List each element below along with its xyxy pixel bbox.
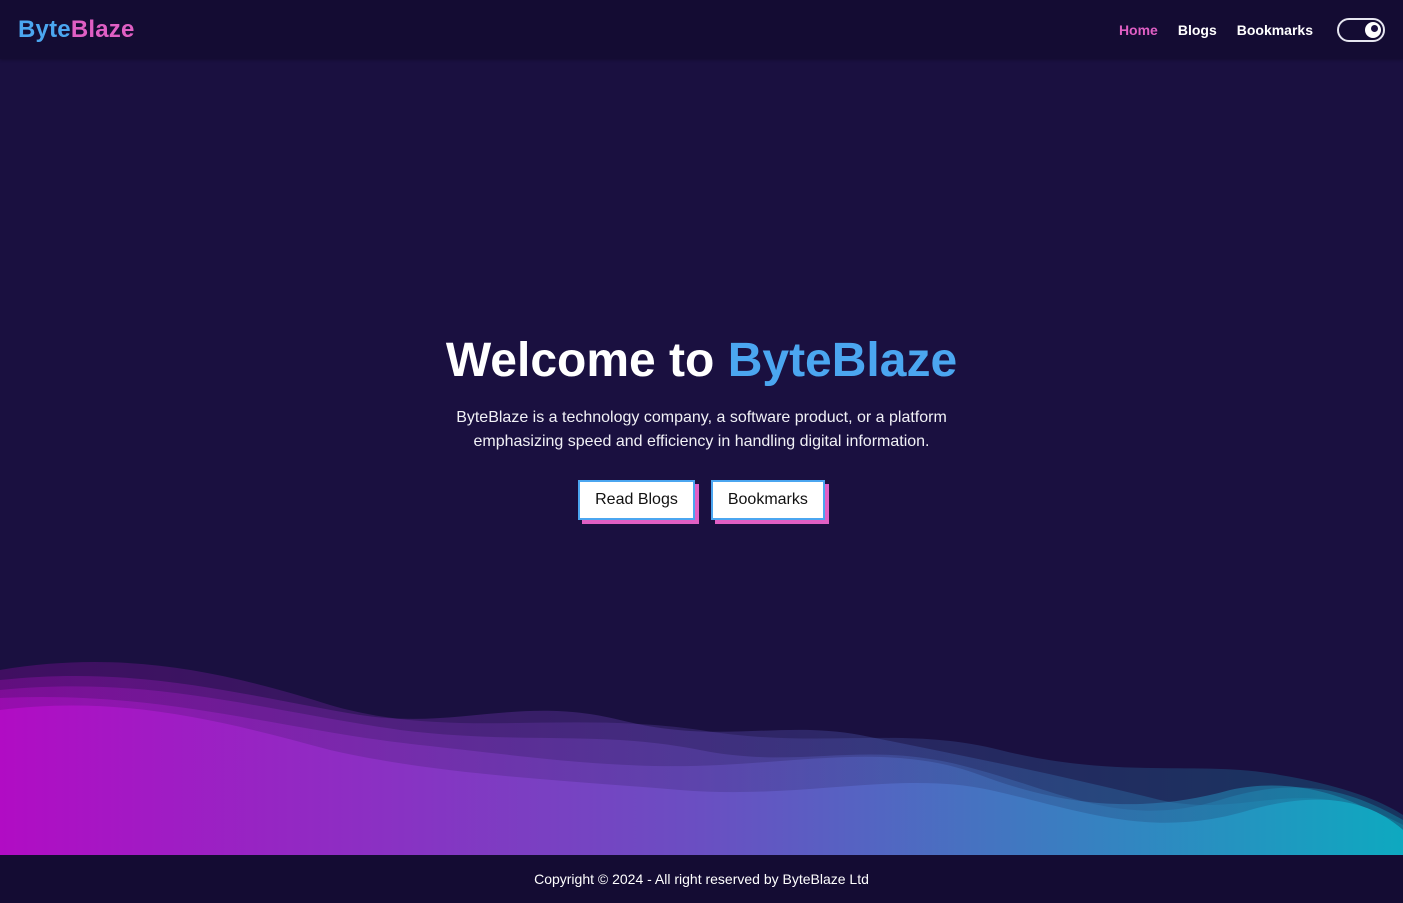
nav-links: Home Blogs Bookmarks [1099,17,1385,42]
nav-link-bookmarks[interactable]: Bookmarks [1237,22,1313,38]
footer: Copyright © 2024 - All right reserved by… [0,855,1403,903]
nav-link-blogs[interactable]: Blogs [1178,22,1217,38]
theme-toggle[interactable] [1337,17,1385,42]
bookmarks-button[interactable]: Bookmarks [710,480,825,520]
hero-title-prefix: Welcome to [445,334,728,387]
read-blogs-button[interactable]: Read Blogs [578,480,695,520]
logo[interactable]: ByteBlaze [18,16,135,44]
logo-part-byte: Byte [18,15,71,43]
hero-description: ByteBlaze is a technology company, a sof… [456,409,947,450]
nav-link-home[interactable]: Home [1119,22,1158,38]
dark-mode-toggle-icon [1365,21,1381,38]
logo-part-blaze: Blaze [70,15,135,43]
hero-buttons: Read Blogs Bookmarks [0,480,1403,520]
hero-title-brand: ByteBlaze [727,334,958,387]
hero-title: Welcome to ByteBlaze [0,330,1403,392]
navbar: ByteBlaze Home Blogs Bookmarks [0,0,1403,59]
footer-copyright: Copyright © 2024 - All right reserved by… [534,871,869,887]
hero: Welcome to ByteBlaze ByteBlaze is a tech… [0,330,1403,520]
wave-illustration [0,662,1403,855]
